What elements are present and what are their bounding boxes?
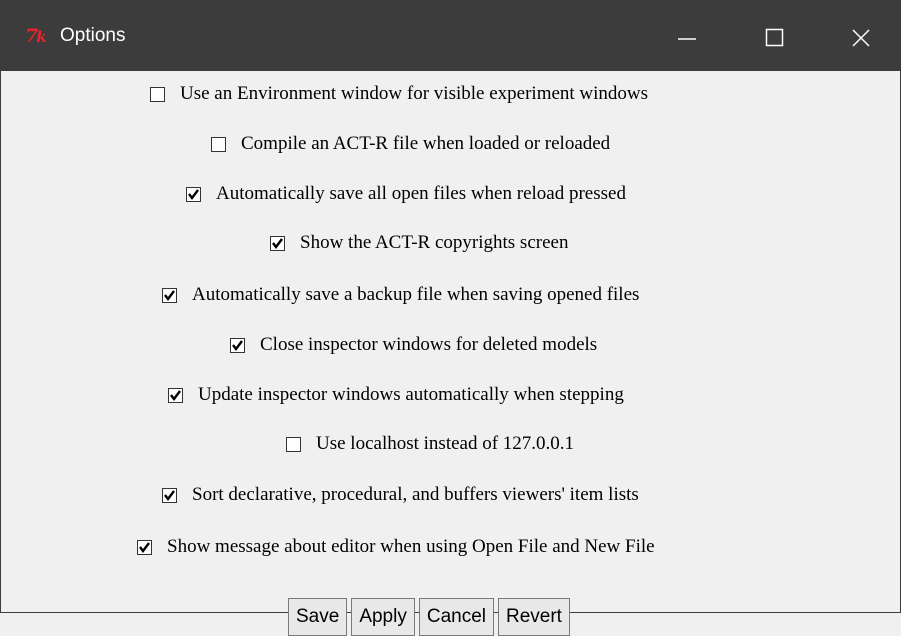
title-bar[interactable]: 7k Options (1, 1, 900, 71)
option-copyrights-screen[interactable]: Show the ACT-R copyrights screen (270, 230, 568, 256)
apply-button[interactable]: Apply (351, 598, 415, 636)
checkmark-icon (188, 188, 199, 200)
checkbox[interactable] (270, 235, 285, 251)
checkbox[interactable] (286, 436, 301, 452)
checkbox[interactable] (186, 186, 201, 202)
checkmark-icon (272, 237, 283, 249)
option-label: Compile an ACT-R file when loaded or rel… (241, 133, 611, 154)
option-label: Automatically save a backup file when sa… (192, 284, 640, 305)
checkbox[interactable] (162, 487, 177, 503)
option-label: Use an Environment window for visible ex… (180, 83, 649, 104)
save-button[interactable]: Save (288, 598, 348, 636)
option-label: Sort declarative, procedural, and buffer… (192, 484, 639, 505)
option-label: Automatically save all open files when r… (216, 183, 626, 204)
checkbox[interactable] (230, 337, 245, 353)
checkmark-icon (232, 339, 243, 351)
maximize-icon (765, 28, 784, 47)
window-title: Options (60, 25, 126, 46)
option-use-localhost[interactable]: Use localhost instead of 127.0.0.1 (286, 431, 574, 457)
minimize-icon (678, 38, 696, 40)
close-icon (852, 29, 870, 47)
revert-button[interactable]: Revert (498, 598, 570, 636)
option-sort-viewers[interactable]: Sort declarative, procedural, and buffer… (162, 482, 639, 508)
button-row: Save Apply Cancel Revert (288, 598, 574, 636)
option-environment-window[interactable]: Use an Environment window for visible ex… (150, 81, 648, 107)
option-update-inspector[interactable]: Update inspector windows automatically w… (168, 382, 624, 408)
checkmark-icon (170, 389, 181, 401)
cancel-button[interactable]: Cancel (418, 598, 494, 636)
checkbox[interactable] (211, 136, 226, 152)
option-label: Use localhost instead of 127.0.0.1 (316, 433, 575, 454)
checkmark-icon (164, 289, 175, 301)
checkbox[interactable] (150, 86, 165, 102)
option-label: Show the ACT-R copyrights screen (300, 232, 569, 253)
options-window: 7k Options Use an Environment window for… (0, 0, 901, 636)
options-panel: Use an Environment window for visible ex… (1, 71, 900, 636)
tk-feather-icon: 7k (25, 25, 47, 47)
close-button[interactable] (827, 1, 893, 71)
minimize-button[interactable] (651, 1, 717, 71)
option-label: Update inspector windows automatically w… (198, 384, 624, 405)
checkbox[interactable] (137, 539, 152, 555)
option-editor-message[interactable]: Show message about editor when using Ope… (137, 534, 655, 560)
option-close-inspector[interactable]: Close inspector windows for deleted mode… (230, 332, 597, 358)
option-label: Show message about editor when using Ope… (167, 536, 655, 557)
option-label: Close inspector windows for deleted mode… (260, 334, 598, 355)
checkbox[interactable] (162, 287, 177, 303)
option-backup-file[interactable]: Automatically save a backup file when sa… (162, 282, 639, 308)
checkmark-icon (164, 489, 175, 501)
checkmark-icon (139, 541, 150, 553)
option-autosave-reload[interactable]: Automatically save all open files when r… (186, 181, 626, 207)
checkbox[interactable] (168, 387, 183, 403)
option-compile-file[interactable]: Compile an ACT-R file when loaded or rel… (211, 131, 610, 157)
maximize-button[interactable] (739, 1, 805, 71)
